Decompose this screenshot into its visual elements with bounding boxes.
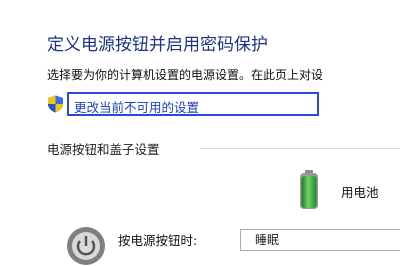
page-title: 定义电源按钮并启用密码保护 <box>47 35 268 55</box>
change-unavailable-settings-label: 更改当前不可用的设置 <box>74 100 200 115</box>
change-unavailable-settings-link[interactable]: 更改当前不可用的设置 <box>67 92 319 116</box>
power-button-action-dropdown[interactable]: 睡眠 <box>240 229 400 251</box>
battery-icon <box>300 170 318 209</box>
battery-column-label: 用电池 <box>341 185 379 200</box>
power-buttons-section-heading: 电源按钮和盖子设置 <box>47 139 168 158</box>
section-divider <box>200 148 400 149</box>
power-button-icon <box>67 227 105 265</box>
page-description: 选择要为你的计算机设置的电源设置。在此页上对设 <box>47 68 324 82</box>
uac-shield-icon <box>48 95 63 113</box>
